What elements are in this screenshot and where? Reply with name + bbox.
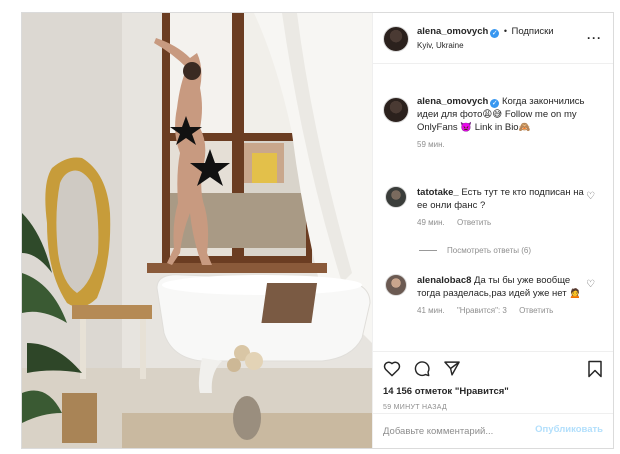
comment-input[interactable] xyxy=(383,423,533,439)
following-button[interactable]: Подписки xyxy=(511,26,553,37)
comment-icon[interactable] xyxy=(413,360,431,377)
likes-count[interactable]: 14 156 отметок "Нравится" xyxy=(383,386,509,397)
comment-likes-count[interactable]: "Нравится": 3 xyxy=(457,306,507,315)
bookmark-icon[interactable] xyxy=(587,360,603,378)
commenter-avatar[interactable] xyxy=(385,186,407,208)
comment-meta: 49 мин. Ответить xyxy=(417,218,587,227)
comment-time[interactable]: 49 мин. xyxy=(417,218,445,227)
commenter-avatar[interactable] xyxy=(385,274,407,296)
post-header: alena_omovych ✓ • Подписки Kyiv, Ukraine … xyxy=(373,13,613,64)
caption-text-block: alena_omovych ✓ Когда закончились идеи дл… xyxy=(417,95,607,134)
comment-meta: 41 мин. "Нравится": 3 Ответить xyxy=(417,306,587,315)
comment-text-block: alenalobac8 Да ты бы уже вообще тогда ра… xyxy=(417,274,587,300)
caption-time[interactable]: 59 мин. xyxy=(417,140,445,149)
publish-button[interactable]: Опубликовать xyxy=(535,424,603,435)
post-photo-illustration xyxy=(22,13,372,448)
heart-icon[interactable] xyxy=(383,360,401,377)
comment-text-block: tatotake_ Есть тут те кто подписан на ее… xyxy=(417,186,587,212)
post-actions: 14 156 отметок "Нравится" 59 МИНУТ НАЗАД xyxy=(373,351,613,411)
comment-time[interactable]: 41 мин. xyxy=(417,306,445,315)
comment-like-heart-icon[interactable]: ♡ xyxy=(586,192,595,202)
share-icon[interactable] xyxy=(443,360,461,377)
post-photo[interactable] xyxy=(22,13,372,448)
caption: alena_omovych ✓ Когда закончились идеи дл… xyxy=(417,95,607,149)
post-sidebar: alena_omovych ✓ • Подписки Kyiv, Ukraine … xyxy=(372,13,613,448)
reply-button[interactable]: Ответить xyxy=(519,306,553,315)
comment-username[interactable]: alenalobac8 xyxy=(417,275,471,286)
author-line: alena_omovych ✓ • Подписки xyxy=(417,26,554,38)
reply-button[interactable]: Ответить xyxy=(457,218,491,227)
comments-area: alena_omovych ✓ Когда закончились идеи дл… xyxy=(373,65,613,351)
add-comment-bar: Опубликовать xyxy=(373,413,613,448)
comment-item: tatotake_ Есть тут те кто подписан на ее… xyxy=(417,186,587,227)
caption-meta: 59 мин. xyxy=(417,140,607,149)
comment-username[interactable]: tatotake_ xyxy=(417,187,459,198)
view-replies-label: Посмотреть ответы (6) xyxy=(447,246,532,255)
separator-dot: • xyxy=(503,26,507,36)
more-options-icon[interactable]: ··· xyxy=(587,31,602,45)
verified-badge-icon: ✓ xyxy=(490,29,500,38)
post-location[interactable]: Kyiv, Ukraine xyxy=(417,41,464,50)
replies-divider xyxy=(419,250,437,252)
author-avatar[interactable] xyxy=(383,26,409,52)
author-username[interactable]: alena_omovych xyxy=(417,26,488,37)
verified-badge-icon: ✓ xyxy=(490,99,500,108)
comment-like-heart-icon[interactable]: ♡ xyxy=(586,280,595,290)
comment-item: alenalobac8 Да ты бы уже вообще тогда ра… xyxy=(417,274,587,315)
view-replies-link[interactable]: Посмотреть ответы (6) xyxy=(419,246,531,255)
post-time-ago[interactable]: 59 МИНУТ НАЗАД xyxy=(383,404,447,411)
caption-username[interactable]: alena_omovych xyxy=(417,96,488,107)
caption-avatar[interactable] xyxy=(383,97,409,123)
instagram-post: alena_omovych ✓ • Подписки Kyiv, Ukraine … xyxy=(21,12,614,449)
